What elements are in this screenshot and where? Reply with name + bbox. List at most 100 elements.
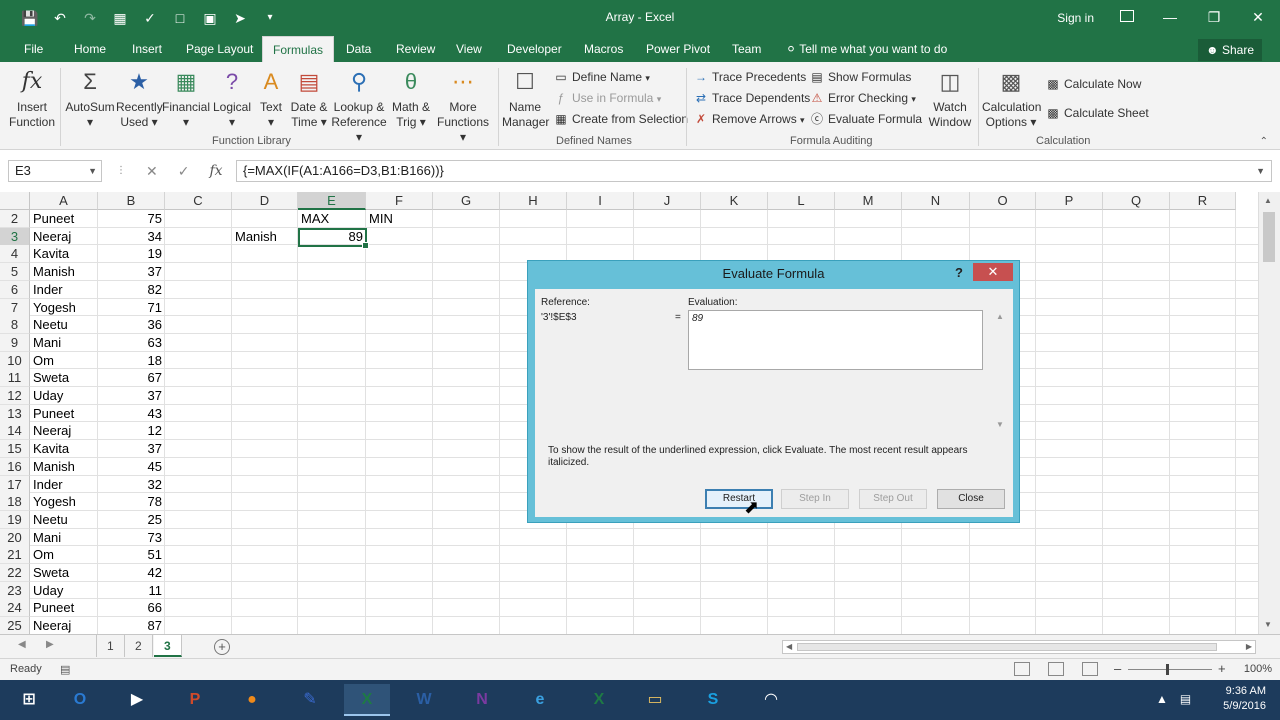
cell-name[interactable]: Neeraj — [30, 617, 98, 634]
macro-record-icon[interactable]: ▤ — [60, 663, 70, 676]
horizontal-scroll-thumb[interactable] — [797, 643, 1217, 651]
cell-value[interactable]: 37 — [98, 263, 165, 281]
cell-value[interactable]: 18 — [98, 352, 165, 370]
cell-value[interactable]: 45 — [98, 458, 165, 476]
cell-value[interactable]: 51 — [98, 546, 165, 564]
cell-value[interactable]: 12 — [98, 422, 165, 440]
sheet-tab-2[interactable]: 2 — [125, 635, 153, 657]
autosum-button[interactable]: Σ AutoSum ▾ — [64, 68, 116, 130]
expand-formula-bar-icon[interactable]: ▼ — [1256, 161, 1265, 181]
taskbar-internet-explorer-icon[interactable]: e — [517, 684, 563, 716]
column-header[interactable]: M — [835, 192, 902, 210]
sign-in-link[interactable]: Sign in — [1057, 11, 1094, 25]
page-break-view-icon[interactable] — [1082, 662, 1098, 676]
step-out-button[interactable]: Step Out — [859, 489, 927, 509]
column-header[interactable]: I — [567, 192, 634, 210]
define-name-button[interactable]: ▭ Define Name ▾ — [554, 68, 650, 86]
cell-value[interactable]: 36 — [98, 316, 165, 334]
sheet-tab-1[interactable]: 1 — [96, 635, 125, 657]
calculation-options-button[interactable]: ▩ Calculation Options ▾ — [982, 68, 1041, 130]
taskbar-video-icon[interactable]: ▶ — [114, 684, 160, 716]
normal-view-icon[interactable] — [1014, 662, 1030, 676]
select-all-corner[interactable] — [0, 192, 30, 210]
tab-view[interactable]: View — [446, 36, 492, 62]
cell-name[interactable]: Puneet — [30, 405, 98, 423]
prev-sheet-icon[interactable]: ◀ — [18, 639, 26, 650]
tab-file[interactable]: File — [14, 36, 53, 62]
formula-input[interactable]: {=MAX(IF(A1:A166=D3,B1:B166))} ▼ — [236, 160, 1272, 182]
cell-value[interactable]: 25 — [98, 511, 165, 529]
cell-value[interactable]: 11 — [98, 582, 165, 600]
insert-function-button[interactable]: fx Insert Function — [8, 68, 56, 130]
zoom-in-icon[interactable]: + — [1218, 661, 1226, 676]
row-header[interactable]: 5 — [0, 263, 30, 282]
column-header[interactable]: E — [298, 192, 366, 210]
cell-name[interactable]: Manish — [30, 263, 98, 281]
tab-team[interactable]: Team — [722, 36, 771, 62]
taskbar-skype-icon[interactable]: S — [690, 684, 736, 716]
cell-name[interactable]: Puneet — [30, 599, 98, 617]
next-sheet-icon[interactable]: ▶ — [46, 639, 54, 650]
row-header[interactable]: 15 — [0, 440, 30, 459]
row-header[interactable]: 6 — [0, 280, 30, 299]
column-header[interactable]: B — [98, 192, 165, 210]
close-window-icon[interactable]: ✕ — [1236, 0, 1280, 36]
restart-button[interactable]: Restart — [705, 489, 773, 509]
cell-name[interactable]: Neeraj — [30, 422, 98, 440]
column-header[interactable]: L — [768, 192, 835, 210]
watch-window-button[interactable]: ◫ Watch Window — [926, 68, 974, 130]
cell-name[interactable]: Neeraj — [30, 228, 98, 246]
minimize-icon[interactable]: — — [1148, 0, 1192, 36]
cell-value[interactable]: 78 — [98, 493, 165, 511]
cell-name[interactable]: Inder — [30, 476, 98, 494]
column-header[interactable]: F — [366, 192, 433, 210]
taskbar-wifi-icon[interactable]: ◠ — [748, 684, 794, 716]
row-header[interactable]: 19 — [0, 510, 30, 529]
scroll-up-icon[interactable]: ▲ — [996, 312, 1004, 321]
trace-dependents-button[interactable]: ⇄ Trace Dependents — [694, 89, 810, 107]
cell-name[interactable]: Inder — [30, 281, 98, 299]
row-header[interactable]: 23 — [0, 581, 30, 600]
page-layout-view-icon[interactable] — [1048, 662, 1064, 676]
zoom-out-icon[interactable]: – — [1114, 661, 1121, 676]
cell-name[interactable]: Sweta — [30, 369, 98, 387]
column-header[interactable]: J — [634, 192, 701, 210]
error-checking-button[interactable]: ⚠ Error Checking ▾ — [810, 89, 916, 107]
share-button[interactable]: ☻ Share — [1197, 39, 1262, 61]
row-header[interactable]: 11 — [0, 369, 30, 388]
zoom-level[interactable]: 100% — [1244, 663, 1272, 675]
evaluation-scrollbar[interactable]: ▲ ▼ — [994, 310, 1008, 430]
cell-value[interactable]: 32 — [98, 476, 165, 494]
sheet-tab-3[interactable]: 3 — [154, 635, 182, 657]
taskbar-onenote-icon[interactable]: N — [459, 684, 505, 716]
row-header[interactable]: 17 — [0, 475, 30, 494]
taskbar-word-icon[interactable]: W — [401, 684, 447, 716]
scroll-down-icon[interactable]: ▼ — [996, 420, 1004, 429]
tab-page-layout[interactable]: Page Layout — [176, 36, 263, 62]
cell-value[interactable]: 42 — [98, 564, 165, 582]
new-sheet-plus-icon[interactable]: + — [214, 639, 230, 655]
column-header[interactable]: O — [970, 192, 1036, 210]
help-icon[interactable]: ? — [955, 265, 963, 280]
lookup-reference-button[interactable]: ⚲ Lookup & Reference ▾ — [330, 68, 388, 145]
scroll-up-icon[interactable]: ▲ — [1264, 196, 1272, 205]
row-header[interactable]: 10 — [0, 351, 30, 370]
taskbar-pen-icon[interactable]: ✎ — [287, 684, 333, 716]
cell-value[interactable]: 43 — [98, 405, 165, 423]
row-header[interactable]: 24 — [0, 599, 30, 618]
tell-me-box[interactable]: ⚪ Tell me what you want to do — [786, 36, 947, 62]
cell-name[interactable]: Yogesh — [30, 493, 98, 511]
row-header[interactable]: 16 — [0, 457, 30, 476]
financial-button[interactable]: ▦ Financial ▾ — [162, 68, 210, 130]
row-header[interactable]: 18 — [0, 493, 30, 512]
create-from-selection-button[interactable]: ▦ Create from Selection — [554, 110, 688, 128]
cell-f2-min-label[interactable]: MIN — [366, 210, 433, 228]
evaluate-formula-button[interactable]: ⓒ Evaluate Formula — [810, 110, 922, 128]
tab-data[interactable]: Data — [336, 36, 381, 62]
cell-value[interactable]: 67 — [98, 369, 165, 387]
tab-review[interactable]: Review — [386, 36, 445, 62]
row-header[interactable]: 4 — [0, 245, 30, 264]
tab-developer[interactable]: Developer — [497, 36, 572, 62]
tab-home[interactable]: Home — [64, 36, 116, 62]
cell-value[interactable]: 73 — [98, 529, 165, 547]
